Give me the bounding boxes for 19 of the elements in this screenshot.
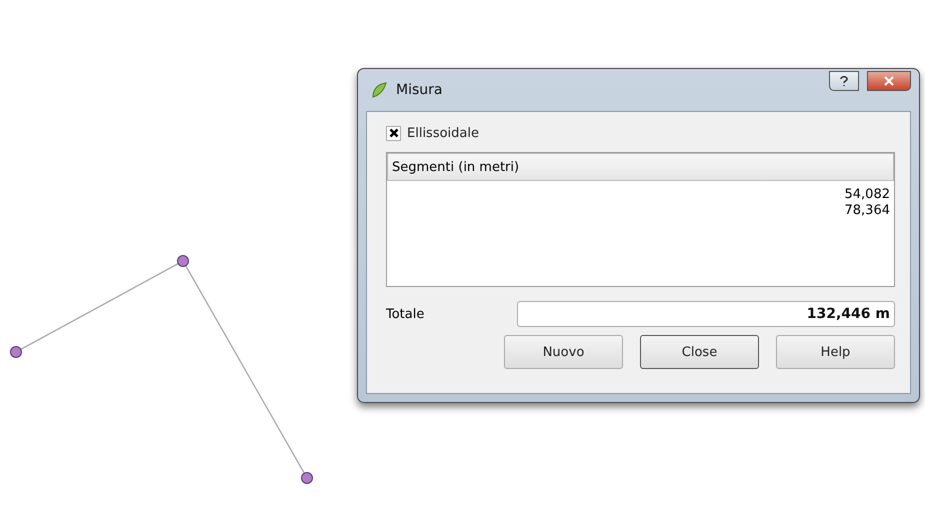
total-field[interactable]: 132,446 m	[517, 301, 895, 327]
vertex-marker[interactable]	[177, 255, 189, 267]
segment-value: 54,082	[844, 187, 891, 203]
vertex-marker[interactable]	[10, 346, 22, 358]
dialog-button[interactable]: Help	[776, 335, 895, 369]
column-header[interactable]: Segmenti (in metri)	[387, 153, 894, 181]
vertex-marker[interactable]	[301, 472, 313, 484]
segment-value: 78,364	[844, 203, 891, 219]
dialog-button[interactable]: Nuovo	[504, 335, 623, 369]
question-mark-icon	[839, 75, 849, 87]
app-leaf-icon	[370, 81, 388, 99]
window-title: Misura	[396, 82, 442, 98]
dialog-button[interactable]: Close	[640, 335, 759, 369]
help-button[interactable]	[829, 71, 859, 91]
checkbox[interactable]	[386, 126, 401, 140]
checkbox-label: Ellissoidale	[407, 126, 479, 140]
close-button[interactable]	[867, 71, 911, 91]
total-label: Totale	[386, 306, 426, 322]
close-icon	[883, 76, 895, 86]
